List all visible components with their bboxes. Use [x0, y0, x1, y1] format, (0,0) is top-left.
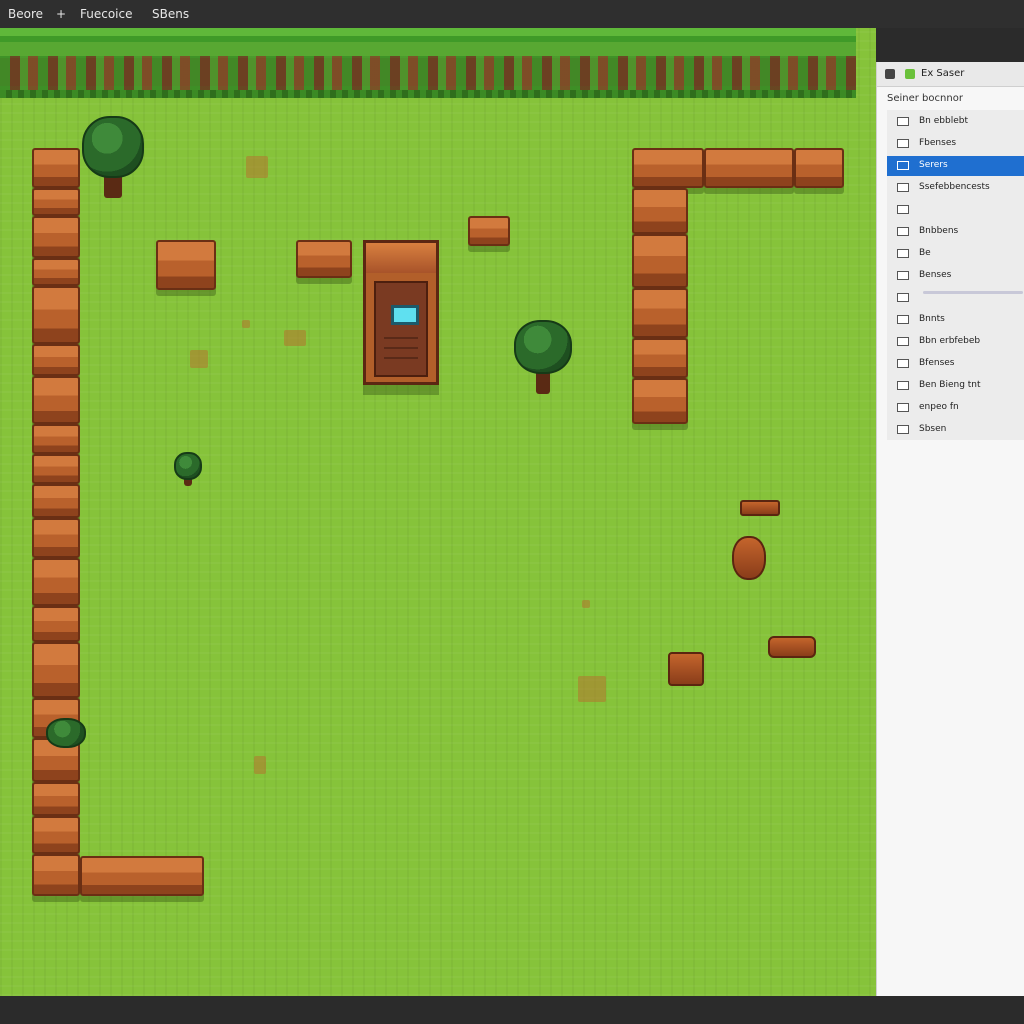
slider-track[interactable] [923, 291, 1023, 294]
brick-block[interactable] [156, 240, 216, 290]
brick-wall-tile[interactable] [32, 642, 80, 698]
brick-wall-tile[interactable] [632, 288, 688, 338]
list-item-slider[interactable] [887, 288, 1024, 308]
dirt-mark [582, 600, 590, 608]
rock-icon[interactable] [668, 652, 704, 686]
dirt-mark [246, 156, 268, 178]
brick-wall-tile[interactable] [32, 816, 80, 854]
brick-wall-tile[interactable] [32, 854, 80, 896]
brick-wall-tile[interactable] [32, 782, 80, 816]
list-item[interactable]: Bnbbens [887, 222, 1024, 242]
panel-green-icon[interactable] [905, 69, 915, 79]
dirt-mark [242, 320, 250, 328]
machine-screen-icon [391, 305, 419, 325]
panel-subtitle: Seiner bocnnor [887, 93, 963, 104]
layer-icon [897, 139, 909, 148]
terminal-machine[interactable] [363, 240, 439, 385]
log-icon[interactable] [768, 636, 816, 658]
brick-wall-tile[interactable] [32, 518, 80, 558]
layer-icon [897, 161, 909, 170]
dirt-mark [190, 350, 208, 368]
list-item[interactable]: Bnnts [887, 310, 1024, 330]
list-item[interactable]: Fbenses [887, 134, 1024, 154]
list-item[interactable]: Be [887, 244, 1024, 264]
layer-icon [897, 337, 909, 346]
machine-vent [384, 337, 418, 339]
layer-icon [897, 227, 909, 236]
menu-item-scenes[interactable]: SBens [152, 7, 189, 21]
bush-icon[interactable] [174, 452, 202, 490]
brick-wall-tile[interactable] [632, 234, 688, 288]
machine-vent [384, 357, 418, 359]
brick-block[interactable] [468, 216, 510, 246]
brick-wall-tile[interactable] [80, 856, 204, 896]
brick-wall-tile[interactable] [32, 484, 80, 518]
brick-wall-tile[interactable] [632, 148, 704, 188]
tree-icon[interactable] [82, 116, 144, 212]
brick-wall-tile[interactable] [632, 378, 688, 424]
brick-wall-tile[interactable] [704, 148, 794, 188]
brick-wall-tile[interactable] [32, 148, 80, 188]
machine-vent [384, 347, 418, 349]
layer-icon [897, 117, 909, 126]
brick-wall-tile[interactable] [632, 188, 688, 234]
panel-title: Ex Saser [921, 68, 965, 79]
bottom-status-bar [0, 996, 1024, 1024]
brick-wall-tile[interactable] [32, 188, 80, 216]
list-item-selected[interactable]: Serers [887, 156, 1024, 176]
brick-wall-tile[interactable] [632, 338, 688, 378]
machine-top [366, 243, 436, 273]
brick-wall-tile[interactable] [32, 258, 80, 286]
layer-icon [897, 403, 909, 412]
layer-list: Bn ebblebt Fbenses Serers Ssefebbencests… [887, 110, 1024, 440]
layer-icon [897, 425, 909, 434]
layer-icon [897, 359, 909, 368]
dirt-mark [284, 330, 306, 346]
list-item[interactable]: Ben Bieng tnt [887, 376, 1024, 396]
layer-icon [897, 315, 909, 324]
menu-item-add[interactable]: + [56, 7, 66, 21]
dirt-mark [254, 756, 266, 774]
panel-menu-icon[interactable] [885, 69, 895, 79]
dirt-mark [578, 676, 606, 702]
list-item[interactable]: Ssefebbencests [887, 178, 1024, 198]
brick-block[interactable] [296, 240, 352, 278]
list-item[interactable]: Bfenses [887, 354, 1024, 374]
panel-header: Ex Saser [877, 62, 1024, 87]
brick-wall-tile[interactable] [32, 606, 80, 642]
menu-item-functions[interactable]: Fuecoice [80, 7, 133, 21]
scene-panel: Ex Saser Seiner bocnnor Bn ebblebt Fbens… [876, 62, 1024, 996]
menu-item-file[interactable]: Beore [8, 7, 43, 21]
log-icon[interactable] [740, 500, 780, 516]
rock-icon[interactable] [732, 536, 766, 580]
brick-wall-tile[interactable] [794, 148, 844, 188]
layer-icon [897, 183, 909, 192]
list-item[interactable]: Bbn erbfebeb [887, 332, 1024, 352]
list-item[interactable]: enpeo fn [887, 398, 1024, 418]
tree-icon[interactable] [514, 320, 572, 400]
brick-wall-tile[interactable] [32, 286, 80, 344]
slider-icon [897, 293, 909, 302]
layer-icon [897, 381, 909, 390]
bush-icon[interactable] [46, 718, 86, 754]
layer-icon [897, 205, 909, 214]
list-item[interactable]: Sbsen [887, 420, 1024, 440]
brick-wall-tile[interactable] [32, 216, 80, 258]
menu-bar: Beore + Fuecoice SBens [0, 0, 1024, 28]
layer-icon [897, 249, 909, 258]
machine-panel [374, 281, 428, 377]
list-item[interactable] [887, 200, 1024, 220]
ridge-edge [0, 90, 856, 98]
brick-wall-tile[interactable] [32, 376, 80, 424]
brick-wall-tile[interactable] [32, 558, 80, 606]
brick-wall-tile[interactable] [32, 454, 80, 484]
brick-wall-tile[interactable] [32, 424, 80, 454]
ridge-tufts [0, 56, 856, 90]
list-item[interactable]: Bn ebblebt [887, 112, 1024, 132]
layer-icon [897, 271, 909, 280]
game-viewport[interactable] [0, 28, 876, 996]
list-item[interactable]: Benses [887, 266, 1024, 286]
brick-wall-tile[interactable] [32, 344, 80, 376]
